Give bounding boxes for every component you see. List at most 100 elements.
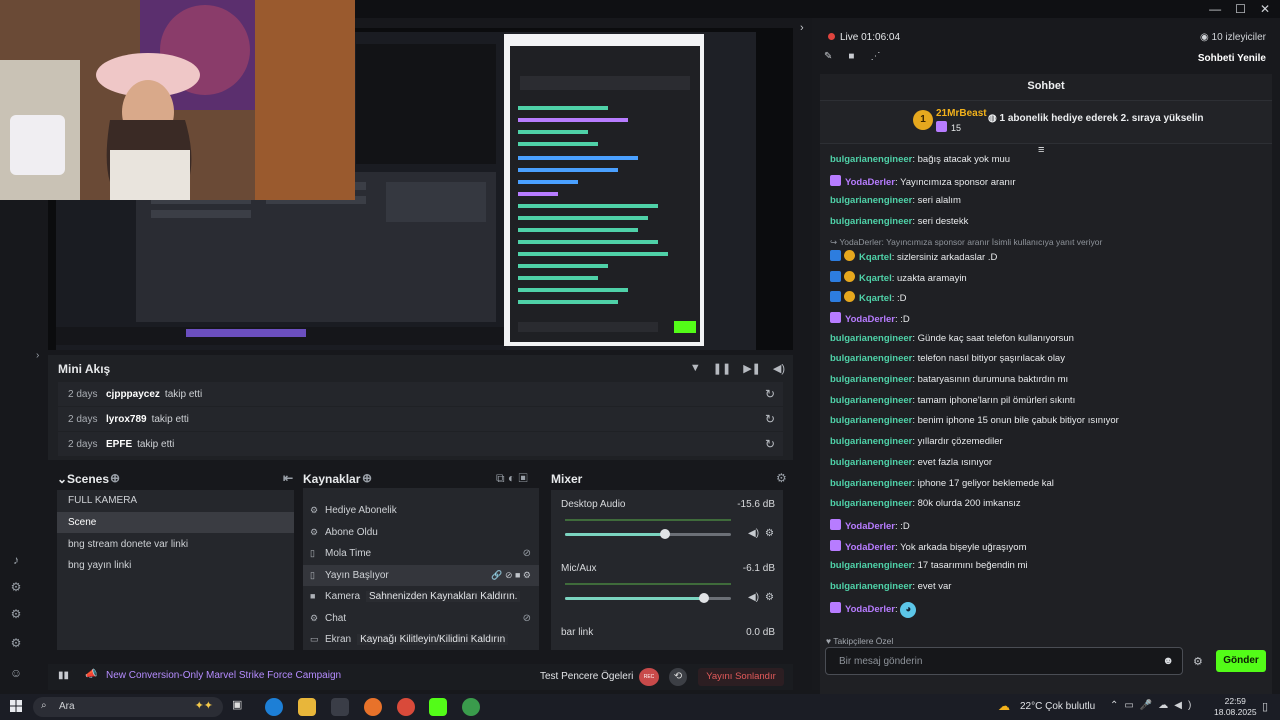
expand-arrow-icon[interactable]: › <box>36 350 39 361</box>
add-scene-icon[interactable]: ⊕ <box>110 471 120 485</box>
scene-item-selected[interactable]: Scene <box>57 512 294 533</box>
chat-username[interactable]: bulgarianengineer <box>830 395 912 406</box>
weather-text[interactable]: 22°C Çok bulutlu <box>1020 701 1095 712</box>
chat-message[interactable]: bulgarianengineer: yıllardır çözemediler <box>830 436 1003 447</box>
chat-username[interactable]: bulgarianengineer <box>830 374 912 385</box>
chat-username[interactable]: Kqartel <box>859 293 892 304</box>
chat-message[interactable]: YodaDerler: :D <box>830 518 910 532</box>
mixer-settings-icon[interactable]: ⚙ <box>776 471 787 485</box>
scene-item[interactable]: bng yayın linki <box>57 555 294 576</box>
tiktok-icon[interactable]: ♪ <box>9 553 23 567</box>
source-item-selected[interactable]: ▯ Yayın Başlıyor 🔗 ⊘ ■ ⚙ <box>303 565 539 586</box>
end-stream-button[interactable]: Yayını Sonlandır <box>698 668 784 686</box>
maximize-button[interactable]: ☐ <box>1235 2 1246 16</box>
kick-app-icon[interactable] <box>429 698 447 716</box>
volume-knob[interactable] <box>699 593 710 603</box>
volume-knob[interactable] <box>659 529 670 539</box>
chat-message[interactable]: Kqartel: sizlersiniz arkadaslar .D <box>830 249 997 263</box>
record-button[interactable]: REC <box>639 668 659 686</box>
emoji-icon[interactable]: ☻ <box>1162 655 1174 667</box>
chat-username[interactable]: bulgarianengineer <box>830 216 912 227</box>
collapse-arrow-icon[interactable]: › <box>800 22 804 34</box>
volume-slider[interactable] <box>565 529 731 539</box>
file-explorer-icon[interactable] <box>298 698 316 716</box>
chat-username[interactable]: Kqartel <box>859 273 892 284</box>
chat-settings-icon[interactable]: ⚙ <box>1193 655 1203 668</box>
edit-icon[interactable]: ✎ <box>824 51 832 62</box>
chat-username[interactable]: Kqartel <box>859 252 892 263</box>
megaphone-icon[interactable]: 📣 <box>85 669 97 680</box>
notification-icon[interactable]: ▯ <box>1262 700 1268 713</box>
chat-username[interactable]: YodaDerler <box>845 521 895 532</box>
chat-username[interactable]: YodaDerler <box>845 604 895 615</box>
scene-item[interactable]: bng stream donete var linki <box>57 534 294 555</box>
chat-username[interactable]: bulgarianengineer <box>830 195 912 206</box>
collapse-icon[interactable]: ⇤ <box>283 471 293 485</box>
replay-icon[interactable]: ↻ <box>765 437 775 451</box>
chat-message[interactable]: bulgarianengineer: seri destekk <box>830 216 968 227</box>
add-source-icon[interactable]: ⊕ <box>362 471 372 485</box>
channel-settings-icon[interactable]: ⚙ <box>765 528 774 539</box>
chat-username[interactable]: bulgarianengineer <box>830 478 912 489</box>
pause-icon[interactable]: ❚❚ <box>713 362 731 375</box>
chat-username[interactable]: YodaDerler <box>845 177 895 188</box>
share-icon[interactable]: ⋰ <box>870 51 880 62</box>
skip-icon[interactable]: ▶❚ <box>743 362 761 375</box>
source-item[interactable]: ⚙ Hediye Abonelik <box>303 500 539 521</box>
volume-slider[interactable] <box>565 593 731 603</box>
settings-icon[interactable]: ⚙ <box>9 636 23 650</box>
reset-chat-button[interactable]: Sohbeti Yenile <box>1198 53 1266 64</box>
chrome-icon[interactable] <box>397 698 415 716</box>
firefox-icon[interactable] <box>364 698 382 716</box>
scenes-chevron-icon[interactable]: ⌄ <box>57 472 67 486</box>
chat-username[interactable]: bulgarianengineer <box>830 333 912 344</box>
chat-message[interactable]: bulgarianengineer: iphone 17 geliyor bek… <box>830 478 1054 489</box>
minimize-button[interactable]: — <box>1209 2 1221 16</box>
chat-message[interactable]: bulgarianengineer: 80k olurda 200 imkans… <box>830 498 1021 509</box>
system-tray-icons[interactable]: ⌃▭🎤☁◀) <box>1110 700 1197 711</box>
chat-username[interactable]: bulgarianengineer <box>830 436 912 447</box>
replay-icon[interactable]: ↻ <box>765 387 775 401</box>
chat-message[interactable]: YodaDerler: :D <box>830 311 910 325</box>
chat-username[interactable]: bulgarianengineer <box>830 457 912 468</box>
chat-message[interactable]: Kqartel: uzakta aramayin <box>830 270 967 284</box>
plugin-icon-2[interactable]: ⚙ <box>9 607 23 621</box>
send-button[interactable]: Gönder <box>1216 650 1266 672</box>
chat-username[interactable]: bulgarianengineer <box>830 581 912 592</box>
windows-start-icon[interactable] <box>10 700 22 712</box>
chat-username[interactable]: YodaDerler <box>845 542 895 553</box>
chrome-profile-icon[interactable] <box>462 698 480 716</box>
source-tools-icon[interactable]: ⧉ ◐ ▣ <box>496 471 528 486</box>
chat-username[interactable]: bulgarianengineer <box>830 560 912 571</box>
chat-message[interactable]: bulgarianengineer: Günde kaç saat telefo… <box>830 333 1074 344</box>
stats-icon[interactable]: ▮▮ <box>58 670 69 681</box>
store-icon[interactable] <box>331 698 349 716</box>
hidden-eye-icon[interactable]: ⊘ <box>523 608 531 629</box>
replay-buffer-button[interactable]: ⟲ <box>669 668 687 686</box>
chat-message[interactable]: YodaDerler: ◕ <box>830 601 917 618</box>
chat-message[interactable]: bulgarianengineer: tamam iphone'ların pi… <box>830 395 1075 406</box>
edge-icon[interactable] <box>265 698 283 716</box>
chat-message[interactable]: bulgarianengineer: bataryasının durumuna… <box>830 374 1068 385</box>
source-item[interactable]: ⚙ Abone Oldu <box>303 522 539 543</box>
chat-username[interactable]: bulgarianengineer <box>830 353 912 364</box>
taskbar-search[interactable]: ⌕ Ara ✦✦ <box>33 697 223 717</box>
chat-message[interactable]: bulgarianengineer: telefon nasıl bitiyor… <box>830 353 1065 364</box>
close-button[interactable]: ✕ <box>1260 2 1270 16</box>
source-item[interactable]: ▯ Mola Time ⊘ <box>303 543 539 564</box>
speaker-icon[interactable]: ◀) <box>748 592 759 603</box>
chat-input[interactable]: Bir mesaj gönderin ☻ <box>825 647 1183 675</box>
chat-username[interactable]: bulgarianengineer <box>830 415 912 426</box>
test-overlay-label[interactable]: Test Pencere Ögeleri <box>540 671 633 682</box>
chat-message[interactable]: bulgarianengineer: evet fazla ısınıyor <box>830 457 992 468</box>
chat-message[interactable]: YodaDerler: Yayıncımıza sponsor aranır <box>830 174 1016 188</box>
clock[interactable]: 22:59 18.08.2025 <box>1214 696 1257 718</box>
camera-icon[interactable]: ■ <box>848 51 854 62</box>
campaign-link[interactable]: New Conversion-Only Marvel Strike Force … <box>106 670 341 681</box>
source-actions-icon[interactable]: 🔗 ⊘ ■ ⚙ <box>491 565 531 586</box>
speaker-icon[interactable]: ◀) <box>748 528 759 539</box>
replay-icon[interactable]: ↻ <box>765 412 775 426</box>
chat-message[interactable]: bulgarianengineer: bağış atacak yok muu <box>830 154 1010 165</box>
task-view-icon[interactable]: ▣ <box>232 698 250 716</box>
chat-message[interactable]: bulgarianengineer: benim iphone 15 onun … <box>830 415 1119 426</box>
